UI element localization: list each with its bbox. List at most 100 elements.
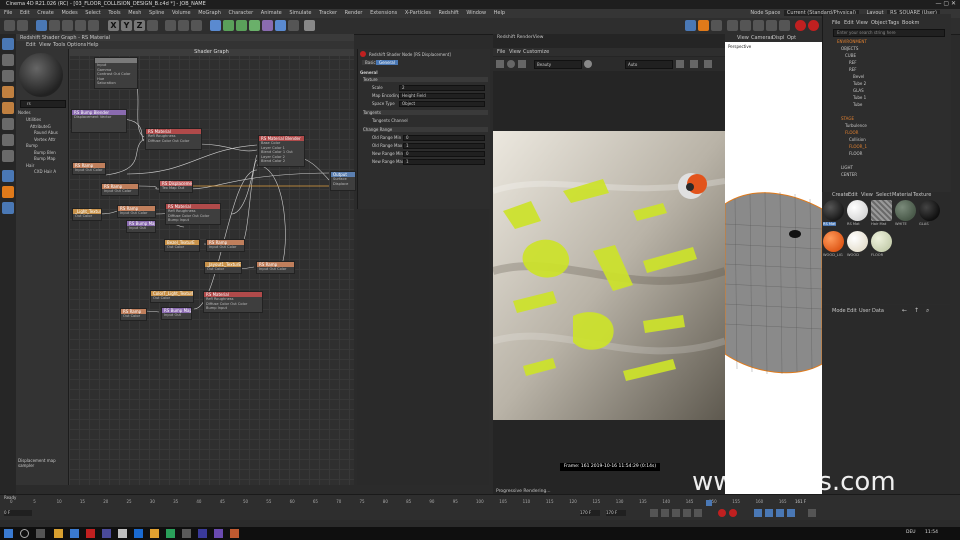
shader-node[interactable]: RS Bump Map Input Out [126,220,156,233]
points-mode-icon[interactable] [2,70,14,82]
shader-node[interactable]: RS Ramp Input Out Color [101,183,139,196]
auto-key-icon[interactable] [729,509,737,517]
vp-menu-item[interactable]: Opt [787,35,796,41]
search-icon[interactable]: ⌕ [926,307,929,315]
x-axis-icon[interactable]: X [108,20,119,31]
object-row[interactable]: Collision [849,137,866,142]
menu-item[interactable]: Help [494,10,505,16]
material-swatch[interactable] [823,200,844,221]
material-swatch[interactable] [847,231,868,252]
sg-menu-item[interactable]: Options [67,42,86,48]
object-row[interactable]: FLOOR [845,130,858,135]
material-swatch[interactable] [895,200,916,221]
menu-item[interactable]: Tracker [319,10,337,16]
key-scale-icon[interactable] [776,509,784,517]
window-controls[interactable]: — ▢ ✕ [935,0,956,7]
shader-graph-canvas[interactable]: Input Gamma Contrast Out Color Hue Satur… [69,49,356,485]
om-menu-item[interactable]: Bookm [902,20,919,26]
menu-item[interactable]: MoGraph [198,10,221,16]
mm-menu-item[interactable]: Material [892,192,912,198]
shader-node[interactable]: _Light_TexturE Out Color [72,208,102,221]
shader-node[interactable]: _Jayout1_TexturE Out Color [204,261,242,274]
section-change-range[interactable]: Change Range [363,127,488,132]
old-range-min-field[interactable]: 0 [403,135,485,141]
lock-camera-icon[interactable] [676,60,684,68]
object-row[interactable]: REF [849,67,857,72]
material-swatch[interactable] [871,200,892,221]
old-range-max-field[interactable]: 1 [403,143,485,149]
z-axis-icon[interactable]: Z [134,20,145,31]
shader-node[interactable]: RS Ramp Input Out Color [206,239,245,252]
object-row[interactable]: Tube [853,102,862,107]
rv-menu-item[interactable]: View [509,49,521,55]
rv-menu-item[interactable]: Customize [523,49,549,55]
tree-item[interactable]: CXD Hair A [22,169,58,176]
menu-item[interactable]: Extensions [370,10,397,16]
light-icon[interactable] [304,20,315,31]
app-icon[interactable] [70,529,79,538]
mm-menu-item[interactable]: Texture [913,192,931,198]
play-icon[interactable] [672,509,680,517]
mm-menu-item[interactable]: Select [876,192,891,198]
menu-item[interactable]: File [4,10,12,16]
render-settings-icon[interactable] [191,20,202,31]
om-menu-item[interactable]: Object [871,20,887,26]
bodypaint-icon[interactable] [698,20,709,31]
menu-item[interactable]: Animate [261,10,282,16]
search-taskbar-icon[interactable] [20,529,29,538]
stop-render-icon[interactable] [518,60,526,68]
undo-icon[interactable] [4,20,15,31]
tweak-icon[interactable] [2,134,14,146]
menu-item[interactable]: Modes [61,10,77,16]
menu-item[interactable]: Simulate [289,10,311,16]
space-type-dropdown[interactable]: Object [399,101,485,107]
vp-menu-item[interactable]: Displ [772,35,784,41]
object-row[interactable]: ENVIRONMENT [837,39,867,44]
object-row[interactable]: Tube 2 [853,81,866,86]
rv-menu-item[interactable]: File [497,49,505,55]
section-texture[interactable]: Texture [363,77,488,82]
lock-icon[interactable] [766,20,777,31]
start-frame-field[interactable]: 0 F [4,510,32,516]
render-icon[interactable] [178,20,189,31]
windows-start-icon[interactable] [4,529,13,538]
end-frame-field[interactable]: 170 F [580,510,600,516]
arrow-up-icon[interactable]: ↑ [914,307,919,314]
sg-menu-item[interactable]: Edit [26,42,36,48]
node-search-input[interactable]: rs [20,100,66,108]
menu-item[interactable]: Create [37,10,54,16]
am-menu-item[interactable]: Mode [832,308,846,314]
object-row[interactable]: STAGE [841,116,854,121]
om-menu-item[interactable]: File [832,20,840,26]
menu-item[interactable]: Edit [20,10,30,16]
record-icon[interactable] [795,20,806,31]
menu-item[interactable]: Spline [149,10,164,16]
scale-icon[interactable] [62,20,73,31]
shader-node[interactable]: RS Ramp Input Out Color [72,162,106,175]
shader-node[interactable]: RS Material Refl Roughness Diffuse Color… [145,128,202,150]
model-mode-icon[interactable] [2,38,14,50]
new-range-max-field[interactable]: 1 [403,159,485,165]
new-range-min-field[interactable]: 0 [403,151,485,157]
material-swatch[interactable] [823,231,844,252]
sculpt-icon[interactable] [711,20,722,31]
shader-node[interactable]: RS Bump Map Input Out [161,307,192,320]
vp-menu-item[interactable]: Cameras [751,35,773,41]
axis-mode-icon[interactable] [2,118,14,130]
select-icon[interactable] [36,20,47,31]
next-frame-icon[interactable] [683,509,691,517]
deformer-icon[interactable] [262,20,273,31]
object-row[interactable]: GLAS [853,88,864,93]
key-position-icon[interactable] [754,509,762,517]
object-row[interactable]: CUBE [845,53,856,58]
snap-icon[interactable] [779,20,790,31]
redo-icon[interactable] [17,20,28,31]
film-icon[interactable] [496,60,504,68]
menu-item[interactable]: Window [466,10,486,16]
shader-node[interactable]: RS Material Blender Base Color Layer Col… [258,135,305,167]
move-icon[interactable] [49,20,60,31]
end-frame-field-2[interactable]: 170 F [606,510,626,516]
record-key-icon[interactable] [718,509,726,517]
shader-node[interactable]: RS Ramp Input Out Color [256,261,295,274]
om-menu-item[interactable]: Tags [888,20,899,26]
